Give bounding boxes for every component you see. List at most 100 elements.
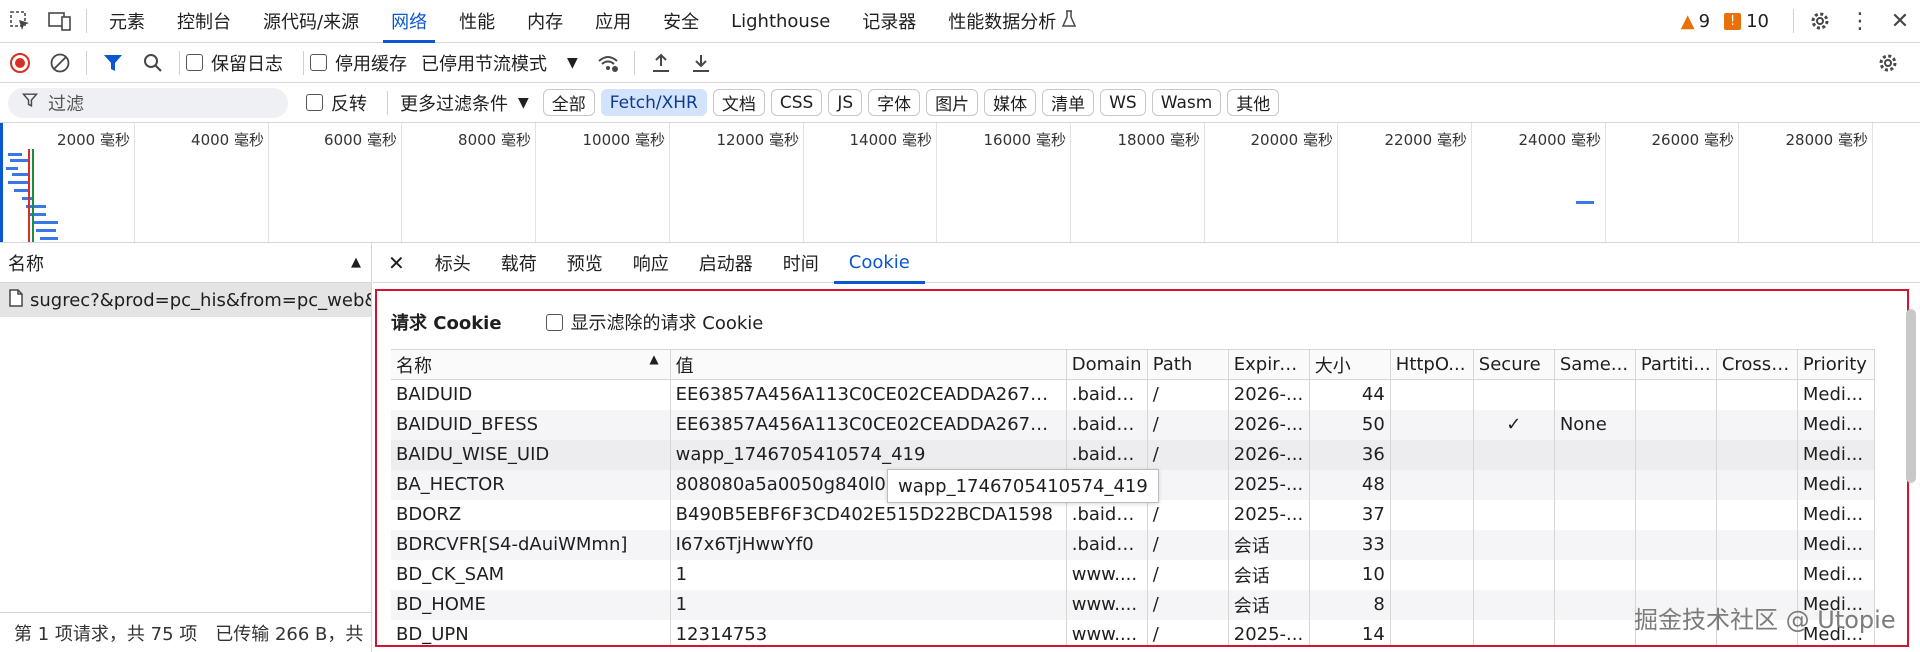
close-devtools-icon[interactable]: ✕: [1880, 1, 1920, 41]
checkbox-box[interactable]: [545, 313, 563, 331]
panel-tab[interactable]: 应用: [579, 0, 647, 43]
cookie-cell: [1390, 409, 1474, 440]
detail-tab[interactable]: Cookie: [833, 243, 925, 284]
checkbox-box[interactable]: [306, 94, 323, 111]
disable-cache-checkbox[interactable]: 停用缓存: [310, 50, 407, 76]
filter-funnel-icon[interactable]: [93, 43, 133, 83]
column-header[interactable]: Partiti...: [1635, 349, 1717, 380]
panel-tab-label: 源代码/来源: [263, 12, 360, 33]
panel-tab-label: 应用: [595, 12, 632, 33]
dropdown-arrow-icon: ▼: [518, 94, 529, 111]
filter-input[interactable]: 过滤: [8, 87, 288, 118]
filter-chip[interactable]: WS: [1100, 89, 1146, 116]
column-header[interactable]: 名称 ▲: [391, 349, 671, 380]
detail-tab[interactable]: 标头: [420, 243, 486, 283]
cookie-row[interactable]: BAIDUID_BFESS EE63857A456A113C0CE02CEADDA…: [391, 409, 1876, 440]
filter-chip[interactable]: 文档: [712, 89, 765, 116]
column-header[interactable]: Priority: [1797, 349, 1876, 380]
cookie-cell: [1635, 469, 1717, 500]
filter-chip[interactable]: 其他: [1227, 89, 1280, 116]
close-detail-icon[interactable]: ✕: [373, 243, 420, 283]
value-tooltip: wapp_1746705410574_419: [887, 469, 1159, 503]
warnings-counter[interactable]: ▲ 9: [1681, 11, 1710, 32]
filter-chip[interactable]: 全部: [542, 89, 595, 116]
filter-chip[interactable]: 字体: [868, 89, 921, 116]
filter-chip[interactable]: 媒体: [984, 89, 1037, 116]
detail-tab[interactable]: 响应: [618, 243, 684, 283]
cookie-cell: .baidu...: [1066, 409, 1148, 440]
export-har-icon[interactable]: [681, 43, 721, 83]
column-header[interactable]: Expire...: [1228, 349, 1310, 380]
cookie-row[interactable]: BAIDU_WISE_UID wapp_1746705410574_419 .bai…: [391, 439, 1876, 470]
cookie-row[interactable]: BDORZ B490B5EBF6F3CD402E515D22BCDA1598 .ba…: [391, 499, 1876, 530]
cookie-cell: [1473, 379, 1555, 410]
more-filters-dropdown[interactable]: 更多过滤条件 ▼: [400, 90, 529, 116]
cookie-row[interactable]: BAIDUID EE63857A456A113C0CE02CEADDA267D2:…: [391, 379, 1876, 410]
cookies-scrollbar[interactable]: [1906, 309, 1916, 483]
invert-checkbox[interactable]: 反转: [306, 90, 367, 116]
filter-chip[interactable]: JS: [828, 89, 863, 116]
stop-recording-icon[interactable]: [0, 43, 40, 83]
cookie-cell: BD_HOME: [391, 589, 671, 620]
import-har-icon[interactable]: [641, 43, 681, 83]
filter-chip[interactable]: 图片: [926, 89, 979, 116]
panel-tab[interactable]: 性能数据分析: [932, 0, 1092, 43]
overview-tick-label: 20000 毫秒: [1250, 131, 1334, 149]
cookie-row[interactable]: BD_CK_SAM 1 www.... / 会话 10 Medi...: [391, 559, 1876, 590]
panel-tab[interactable]: 记录器: [846, 0, 932, 43]
issues-counter[interactable]: ! 10: [1724, 11, 1769, 32]
column-header[interactable]: Cross ...: [1716, 349, 1798, 380]
detail-tab[interactable]: 时间: [768, 243, 834, 283]
panel-tab[interactable]: 控制台: [161, 0, 247, 43]
checkbox-box[interactable]: [310, 54, 327, 71]
filter-chip[interactable]: Wasm: [1151, 89, 1222, 116]
request-name: sugrec?&prod=pc_his&from=pc_web&json=1&s…: [30, 289, 371, 311]
overview-gridline: [1471, 123, 1472, 242]
panel-tab[interactable]: 内存: [511, 0, 579, 43]
panel-tab[interactable]: 网络: [375, 0, 443, 43]
filter-chip[interactable]: 清单: [1042, 89, 1095, 116]
device-toolbar-icon[interactable]: [40, 1, 80, 41]
show-filtered-cookies-checkbox[interactable]: 显示滤除的请求 Cookie: [545, 309, 763, 335]
search-icon[interactable]: [133, 43, 173, 83]
cookie-cell: EE63857A456A113C0CE02CEADDA267D2:...: [670, 409, 1067, 440]
cookie-cell: 2026-...: [1228, 379, 1310, 410]
network-overview-timeline[interactable]: 2000 毫秒 4000 毫秒 6000 毫秒 8000 毫秒 10000 毫秒 1200…: [0, 123, 1920, 243]
issue-icon: !: [1724, 12, 1742, 30]
overview-gridline: [1738, 123, 1739, 242]
settings-gear-icon[interactable]: [1800, 1, 1840, 41]
column-header[interactable]: Domain: [1066, 349, 1148, 380]
cookie-cell: 14: [1309, 619, 1391, 645]
detail-tab[interactable]: 预览: [552, 243, 618, 283]
filter-chip[interactable]: Fetch/XHR: [600, 89, 707, 116]
column-header[interactable]: Path: [1147, 349, 1229, 380]
panel-tabs: 元素 控制台 源代码/来源 网络 性能 内存 应用 安全 Lighthouse 记录器 性能数据分析: [93, 0, 1092, 43]
cookie-row[interactable]: BDRCVFR[S4-dAuiWMmn] I67x6TjHwwYf0 .baidu.…: [391, 529, 1876, 560]
column-header[interactable]: Same...: [1554, 349, 1636, 380]
checkbox-box[interactable]: [186, 54, 203, 71]
more-options-icon[interactable]: ⋮: [1840, 1, 1880, 41]
panel-tab[interactable]: 性能: [443, 0, 511, 43]
column-header[interactable]: 值: [670, 349, 1067, 380]
column-header[interactable]: 大小: [1309, 349, 1391, 380]
network-conditions-icon[interactable]: [588, 43, 628, 83]
detail-tab[interactable]: 启动器: [684, 243, 768, 283]
preserve-log-checkbox[interactable]: 保留日志: [186, 50, 283, 76]
filter-chip[interactable]: CSS: [770, 89, 823, 116]
panel-tab[interactable]: Lighthouse: [715, 0, 846, 43]
detail-tab[interactable]: 载荷: [486, 243, 552, 283]
request-row-selected[interactable]: sugrec?&prod=pc_his&from=pc_web&json=1&s…: [0, 283, 371, 317]
name-column-header[interactable]: 名称 ▲: [0, 243, 371, 283]
network-settings-gear-icon[interactable]: [1868, 43, 1908, 83]
cookie-cell: /: [1147, 409, 1229, 440]
panel-tab[interactable]: 源代码/来源: [247, 0, 375, 43]
cookie-cell: [1554, 499, 1636, 530]
panel-tab[interactable]: 元素: [93, 0, 161, 43]
clear-icon[interactable]: [40, 43, 80, 83]
column-header[interactable]: Secure: [1473, 349, 1555, 380]
panel-tab[interactable]: 安全: [647, 0, 715, 43]
throttle-select[interactable]: 已停用节流模式 ▼: [421, 50, 578, 76]
inspect-element-icon[interactable]: [0, 1, 40, 41]
column-header[interactable]: HttpO...: [1390, 349, 1474, 380]
filter-icon: [21, 92, 39, 113]
